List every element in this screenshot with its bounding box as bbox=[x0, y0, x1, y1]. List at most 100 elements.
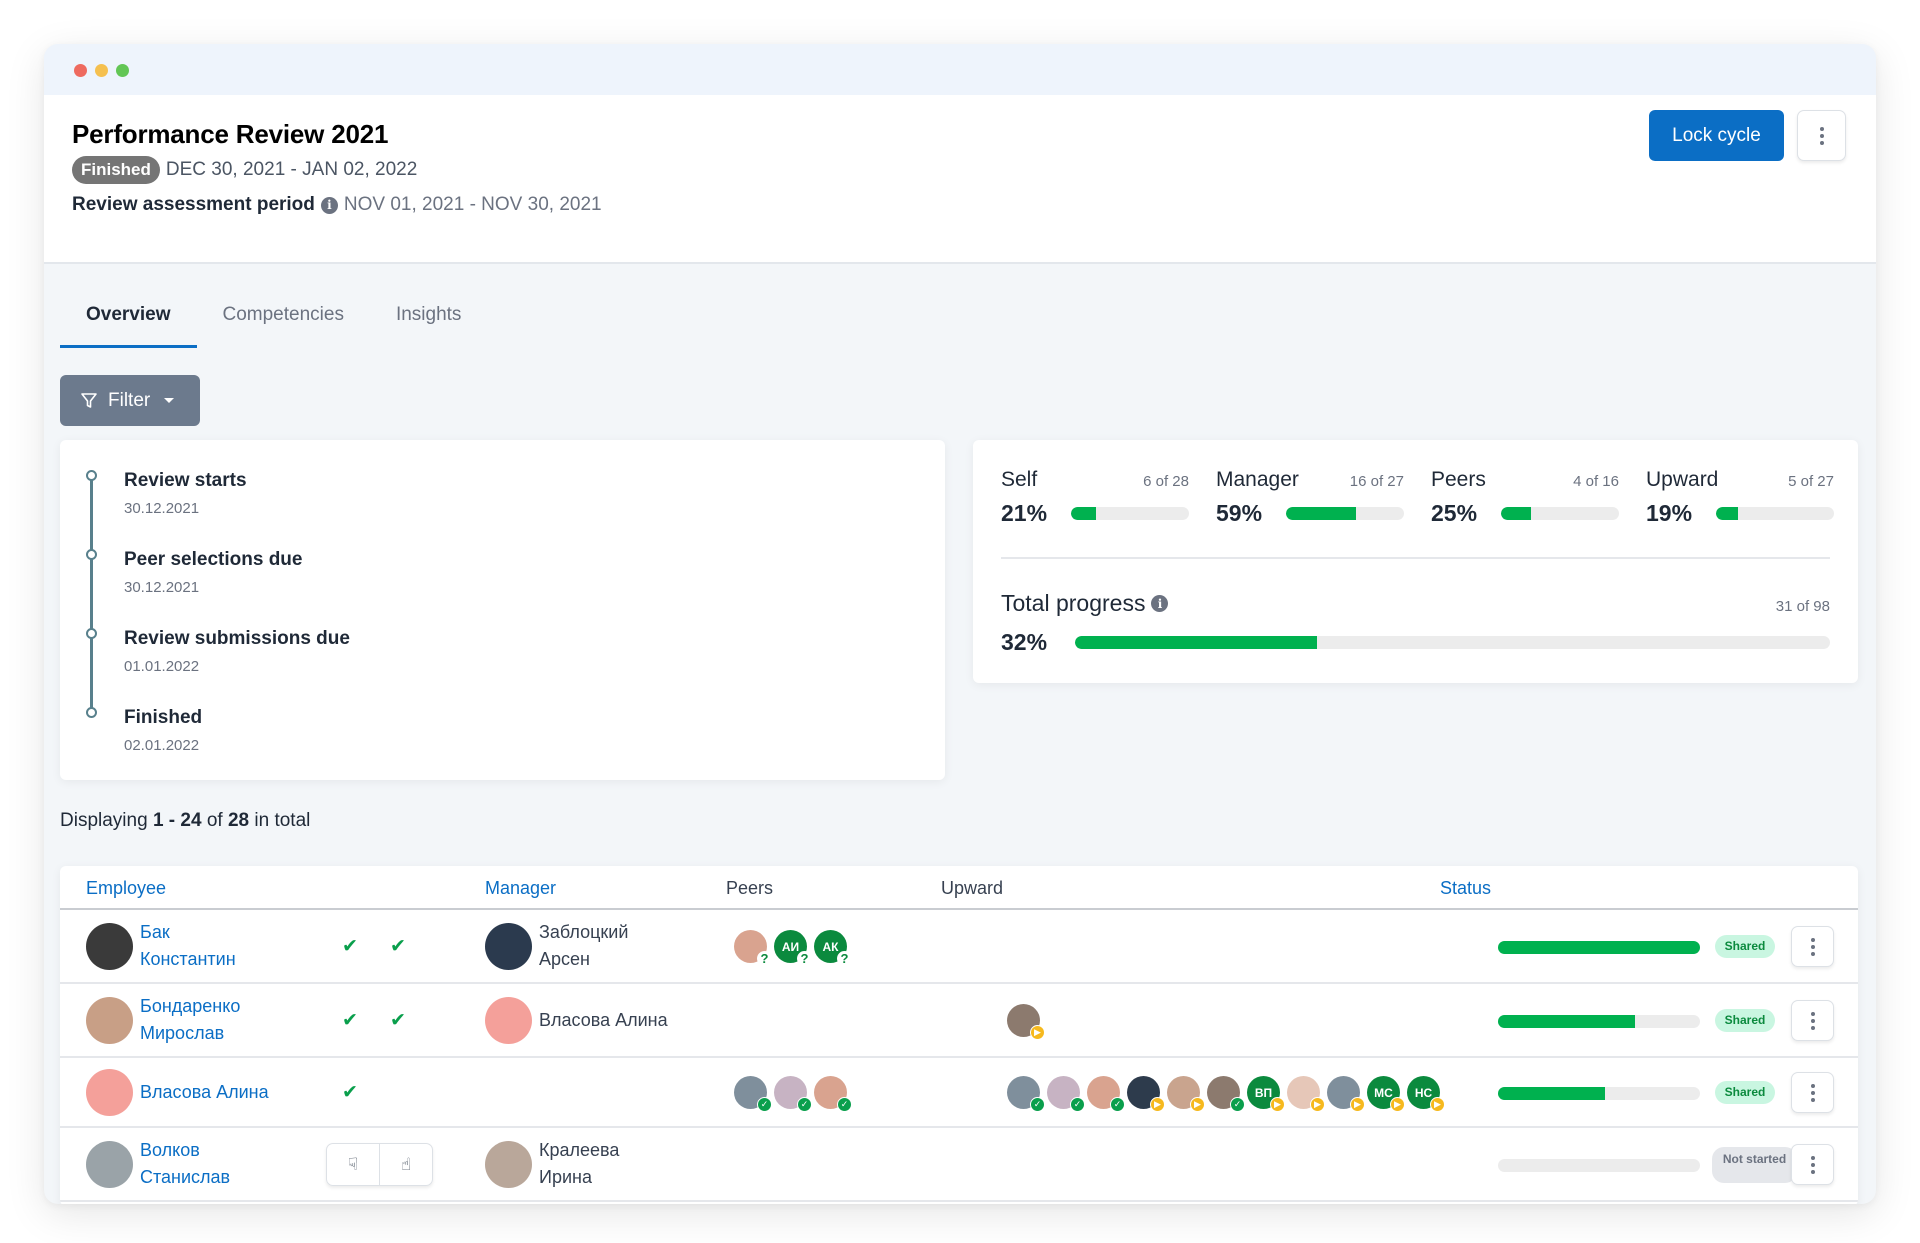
reviewer-avatar[interactable]: ✓ bbox=[814, 1076, 852, 1112]
metric-progress-bar bbox=[1286, 507, 1404, 520]
cycle-status-line: Finished DEC 30, 2021 - JAN 02, 2022 bbox=[72, 156, 417, 184]
checkmark-icon: ✔ bbox=[342, 936, 358, 957]
pending-status-icon: ▶ bbox=[1310, 1097, 1325, 1112]
reviewer-avatar[interactable]: АК? bbox=[814, 930, 852, 966]
info-icon[interactable]: i bbox=[1151, 595, 1169, 612]
reviewer-avatar[interactable]: ▶ bbox=[1007, 1004, 1045, 1040]
employee-name-link[interactable]: Волков Станислав bbox=[140, 1137, 230, 1191]
maximize-window-button[interactable] bbox=[116, 64, 129, 77]
status-badge: Shared bbox=[1715, 1009, 1775, 1032]
tab-insights[interactable]: Insights bbox=[370, 294, 487, 348]
tab-overview[interactable]: Overview bbox=[60, 294, 197, 348]
metric-self: Self 6 of 28 21% bbox=[1001, 468, 1189, 527]
row-progress-bar bbox=[1498, 941, 1700, 954]
timeline-date: 01.01.2022 bbox=[124, 658, 200, 675]
row-more-options-button[interactable] bbox=[1791, 1072, 1834, 1113]
summary-of: of bbox=[206, 810, 223, 831]
reviewer-avatar[interactable]: ▶ bbox=[1127, 1076, 1165, 1112]
reviewer-avatar[interactable]: ✓ bbox=[774, 1076, 812, 1112]
more-vertical-icon bbox=[1810, 937, 1815, 956]
pending-status-icon: ▶ bbox=[1150, 1097, 1165, 1112]
summary-prefix: Displaying bbox=[60, 810, 148, 831]
reviewer-avatar[interactable]: НС ▶ bbox=[1407, 1076, 1445, 1112]
filter-label: Filter bbox=[108, 389, 151, 411]
reviewer-avatar[interactable]: ▶ bbox=[1287, 1076, 1325, 1112]
manager-name: Кралеева Ирина bbox=[539, 1140, 620, 1187]
tab-competencies[interactable]: Competencies bbox=[197, 294, 370, 348]
manager-avatar bbox=[485, 923, 532, 970]
title-bar bbox=[44, 44, 1876, 95]
reviewer-avatar[interactable]: ✓ bbox=[1207, 1076, 1245, 1112]
done-status-icon: ✓ bbox=[1030, 1097, 1045, 1112]
lock-cycle-button[interactable]: Lock cycle bbox=[1649, 110, 1784, 161]
timeline-node-icon bbox=[86, 707, 97, 718]
employee-name-link[interactable]: Бак Константин bbox=[140, 919, 236, 973]
info-icon[interactable]: i bbox=[320, 196, 338, 214]
thumbs-up-icon[interactable]: ☝ bbox=[379, 1144, 432, 1185]
employee-avatar[interactable] bbox=[86, 997, 133, 1044]
timeline-node-icon bbox=[86, 549, 97, 560]
row-more-options-button[interactable] bbox=[1791, 1144, 1834, 1185]
divider bbox=[1001, 557, 1830, 559]
timeline-title: Review starts bbox=[124, 470, 247, 491]
timeline-item: Review starts 30.12.2021 bbox=[86, 470, 247, 517]
table-row: Бак Константин ✔ ✔ Заблоцкий Арсен? АИ? АК? Shar… bbox=[60, 910, 1858, 984]
table-header: Employee Manager Peers Upward Status bbox=[60, 866, 1858, 910]
manager-name: Власова Алина bbox=[539, 1010, 668, 1030]
done-status-icon: ✓ bbox=[1230, 1097, 1245, 1112]
reviewer-avatar[interactable]: ▶ bbox=[1327, 1076, 1365, 1112]
close-window-button[interactable] bbox=[74, 64, 87, 77]
thumbs-down-icon[interactable]: ☟ bbox=[327, 1144, 379, 1185]
reviewer-avatar[interactable]: ▶ bbox=[1167, 1076, 1205, 1112]
reviewer-avatar[interactable]: АИ? bbox=[774, 930, 812, 966]
reviewer-avatar[interactable]: ВП ▶ bbox=[1247, 1076, 1285, 1112]
reviewer-avatar[interactable]: ✓ bbox=[1047, 1076, 1085, 1112]
minimize-window-button[interactable] bbox=[95, 64, 108, 77]
timeline-date: 02.01.2022 bbox=[124, 737, 200, 754]
metric-count: 6 of 28 bbox=[1143, 473, 1189, 490]
employee-name-link[interactable]: Бондаренко Мирослав bbox=[140, 993, 240, 1047]
reviewer-avatar[interactable]: ✓ bbox=[1007, 1076, 1045, 1112]
filter-button[interactable]: Filter bbox=[60, 375, 200, 426]
pending-status-icon: ▶ bbox=[1190, 1097, 1205, 1112]
reviewer-avatar[interactable]: МС ▶ bbox=[1367, 1076, 1405, 1112]
reviewer-avatar[interactable]: ? bbox=[734, 930, 772, 966]
column-upward: Upward bbox=[941, 878, 1004, 898]
metric-name: Peers bbox=[1431, 468, 1486, 491]
reviewer-avatar[interactable]: ✓ bbox=[1087, 1076, 1125, 1112]
metric-peers: Peers 4 of 16 25% bbox=[1431, 468, 1619, 527]
timeline-node-icon bbox=[86, 470, 97, 481]
column-status[interactable]: Status bbox=[1440, 878, 1491, 899]
more-options-button[interactable] bbox=[1797, 110, 1846, 161]
employee-name-link[interactable]: Власова Алина bbox=[140, 1079, 269, 1106]
page-title: Performance Review 2021 bbox=[72, 119, 389, 149]
progress-card: Self 6 of 28 21% Manager 16 of 27 59% Peer… bbox=[973, 440, 1858, 683]
row-more-options-button[interactable] bbox=[1791, 926, 1834, 967]
column-manager[interactable]: Manager bbox=[485, 878, 556, 899]
metric-count: 16 of 27 bbox=[1349, 473, 1404, 490]
total-progress-count: 31 of 98 bbox=[1775, 598, 1830, 615]
done-status-icon: ✓ bbox=[1070, 1097, 1085, 1112]
status-badge: Shared bbox=[1715, 1081, 1775, 1104]
total-progress: 32% bbox=[1001, 629, 1830, 656]
reviewer-avatar[interactable]: ✓ bbox=[734, 1076, 772, 1112]
manager-avatar bbox=[485, 997, 532, 1044]
upward-reviewers: ▶ bbox=[1007, 1004, 1045, 1040]
employee-avatar[interactable] bbox=[86, 1069, 133, 1116]
metric-count: 5 of 27 bbox=[1788, 473, 1834, 490]
table-row: Волков Станислав ☟ ☝ Кралеева Ирина Not starte… bbox=[60, 1128, 1858, 1202]
timeline-line bbox=[90, 476, 93, 712]
row-more-options-button[interactable] bbox=[1791, 1000, 1834, 1041]
status-badge: Not started bbox=[1712, 1147, 1797, 1183]
more-vertical-icon bbox=[1810, 1155, 1815, 1174]
table-row: Власова Алина ✔ ✓ ✓ ✓ ✓ ✓ ✓ ▶ ▶ ✓ ВП ▶ ▶ ▶ МС ▶ НС ▶ Shared bbox=[60, 1058, 1858, 1128]
more-vertical-icon bbox=[1810, 1011, 1815, 1030]
employee-avatar[interactable] bbox=[86, 1141, 133, 1188]
question-status-icon: ? bbox=[757, 951, 772, 966]
employee-avatar[interactable] bbox=[86, 923, 133, 970]
checkmark-icon: ✔ bbox=[342, 1082, 358, 1103]
timeline-node-icon bbox=[86, 628, 97, 639]
row-progress-bar bbox=[1498, 1159, 1700, 1172]
manager-name: Заблоцкий Арсен bbox=[539, 922, 629, 969]
column-employee[interactable]: Employee bbox=[86, 878, 166, 899]
